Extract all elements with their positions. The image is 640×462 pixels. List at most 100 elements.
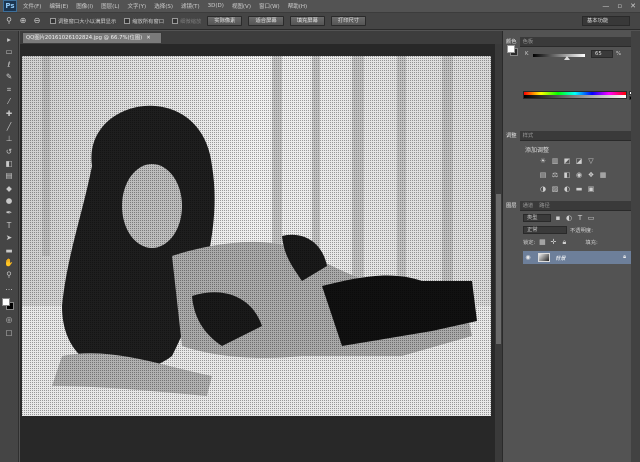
tab-layers[interactable]: 图层 xyxy=(503,200,520,211)
menu-file[interactable]: 文件(F) xyxy=(23,2,41,10)
filter-adjust-icon[interactable]: ◐ xyxy=(565,214,573,222)
minimize-button[interactable]: — xyxy=(602,2,609,10)
layer-row-background[interactable]: ◉ 背景 🔒︎ xyxy=(523,251,631,264)
move-tool-icon[interactable]: ▸ xyxy=(2,35,16,45)
fit-screen-button[interactable]: 适合屏幕 xyxy=(248,16,284,26)
posterize-icon[interactable]: ▨ xyxy=(551,185,559,193)
exposure-icon[interactable]: ◪ xyxy=(575,157,583,165)
levels-icon[interactable]: ▥ xyxy=(551,157,559,165)
color-swatches[interactable] xyxy=(1,297,17,311)
menu-select[interactable]: 选择(S) xyxy=(154,2,173,10)
threshold-icon[interactable]: ◐ xyxy=(563,185,571,193)
tab-adjustments[interactable]: 调整 xyxy=(503,130,520,141)
tab-styles[interactable]: 样式 xyxy=(520,131,537,141)
hue-sat-icon[interactable]: ▤ xyxy=(539,171,547,179)
shape-tool-icon[interactable]: ▬ xyxy=(2,246,16,256)
selective-color-icon[interactable]: ▣ xyxy=(587,185,595,193)
menu-view[interactable]: 视图(V) xyxy=(232,2,251,10)
marquee-tool-icon[interactable]: ▭ xyxy=(2,47,16,57)
menu-help[interactable]: 帮助(H) xyxy=(288,2,307,10)
scrubby-zoom-checkbox[interactable] xyxy=(172,18,179,24)
pen-tool-icon[interactable]: ✒ xyxy=(2,208,16,218)
adjust-row-3: ◑ ▨ ◐ ▬ ▣ xyxy=(539,185,595,193)
foreground-color[interactable] xyxy=(2,298,10,307)
zoom-tool-icon[interactable]: ⚲ xyxy=(4,16,14,26)
lock-all-icon[interactable]: 🔒︎ xyxy=(560,238,568,246)
add-adjustment-title: 添加调整 xyxy=(525,147,550,154)
crop-tool-icon[interactable]: ⌗ xyxy=(2,85,16,95)
scrollbar-thumb[interactable] xyxy=(496,194,501,344)
path-select-tool-icon[interactable]: ➤ xyxy=(2,233,16,243)
maximize-button[interactable]: ▫ xyxy=(617,2,622,10)
eraser-tool-icon[interactable]: ◧ xyxy=(2,159,16,169)
gradient-map-icon[interactable]: ▬ xyxy=(575,185,583,193)
filter-shape-icon[interactable]: ▭ xyxy=(587,214,595,222)
quick-select-tool-icon[interactable]: ✎ xyxy=(2,72,16,82)
panel-collapse-strip[interactable] xyxy=(631,31,640,462)
screen-mode-icon[interactable]: ▢ xyxy=(2,328,16,338)
blend-row: 正常 不透明度: xyxy=(523,225,593,235)
invert-icon[interactable]: ◑ xyxy=(539,185,547,193)
lasso-tool-icon[interactable]: ℓ xyxy=(2,60,16,70)
layer-lock-icon: 🔒︎ xyxy=(623,254,626,260)
k-value-input[interactable]: 65 xyxy=(591,50,613,58)
hand-tool-icon[interactable]: ✋ xyxy=(2,258,16,268)
eyedropper-tool-icon[interactable]: ⁄ xyxy=(2,97,16,107)
dodge-tool-icon[interactable]: ● xyxy=(2,196,16,206)
brush-tool-icon[interactable]: ╱ xyxy=(2,122,16,132)
document-image[interactable] xyxy=(22,56,491,416)
gradient-tool-icon[interactable]: ▤ xyxy=(2,171,16,181)
workspace-select[interactable]: 基本功能 xyxy=(582,16,630,26)
actual-pixels-button[interactable]: 实际像素 xyxy=(207,16,243,26)
close-document-icon[interactable]: ✕ xyxy=(146,35,150,41)
canvas-vertical-scrollbar[interactable] xyxy=(495,44,502,462)
k-slider-knob[interactable] xyxy=(563,56,570,60)
photo-filter-icon[interactable]: ◉ xyxy=(575,171,583,179)
menu-type[interactable]: 文字(Y) xyxy=(128,2,147,10)
document-tab[interactable]: QQ图片20161026102824.jpg @ 66.7%(位图) ✕ xyxy=(22,32,162,43)
tab-channels[interactable]: 通道 xyxy=(520,201,537,211)
menu-filter[interactable]: 滤镜(T) xyxy=(181,2,200,10)
black-white-icon[interactable]: ◧ xyxy=(563,171,571,179)
curves-icon[interactable]: ◩ xyxy=(563,157,571,165)
color-lookup-icon[interactable]: ▦ xyxy=(599,171,607,179)
app-logo: Ps xyxy=(3,0,17,12)
layer-filter-select[interactable]: 类型 xyxy=(523,214,551,222)
more-tools-icon[interactable]: … xyxy=(2,283,16,293)
menu-image[interactable]: 图像(I) xyxy=(76,2,93,10)
tab-paths[interactable]: 路径 xyxy=(536,201,553,211)
close-button[interactable]: ✕ xyxy=(630,2,636,10)
print-size-button[interactable]: 打印尺寸 xyxy=(330,16,367,26)
color-balance-icon[interactable]: ⚖ xyxy=(551,171,559,179)
fill-screen-button[interactable]: 填充屏幕 xyxy=(289,16,325,26)
menu-window[interactable]: 窗口(W) xyxy=(259,2,280,10)
tab-swatches[interactable]: 色板 xyxy=(520,37,537,47)
stamp-tool-icon[interactable]: ⊥ xyxy=(2,134,16,144)
color-spectrum-bar[interactable] xyxy=(523,91,627,99)
opacity-label: 不透明度: xyxy=(570,228,593,234)
vibrance-icon[interactable]: ▽ xyxy=(587,157,595,165)
lock-position-icon[interactable]: ✛ xyxy=(549,238,557,246)
lock-pixels-icon[interactable]: ▦ xyxy=(538,238,546,246)
healing-tool-icon[interactable]: ✚ xyxy=(2,109,16,119)
history-brush-tool-icon[interactable]: ↺ xyxy=(2,147,16,157)
resize-windows-checkbox[interactable] xyxy=(50,18,56,24)
menu-edit[interactable]: 编辑(E) xyxy=(49,2,68,10)
menu-3d[interactable]: 3D(D) xyxy=(208,3,224,9)
zoom-all-checkbox[interactable] xyxy=(124,18,131,24)
zoom-tool-icon-left[interactable]: ⚲ xyxy=(2,270,16,280)
zoom-out-icon[interactable]: ⊖ xyxy=(32,16,42,26)
blur-tool-icon[interactable]: ◆ xyxy=(2,184,16,194)
k-slider[interactable] xyxy=(533,54,585,57)
color-fg-swatch[interactable] xyxy=(507,45,515,53)
channel-mixer-icon[interactable]: ❖ xyxy=(587,171,595,179)
menu-layer[interactable]: 图层(L) xyxy=(101,2,119,10)
blend-mode-select[interactable]: 正常 xyxy=(523,226,567,234)
brightness-icon[interactable]: ☀ xyxy=(539,157,547,165)
filter-type-icon[interactable]: T xyxy=(576,214,584,222)
eye-icon[interactable]: ◉ xyxy=(524,254,532,261)
quick-mask-icon[interactable]: ◎ xyxy=(2,315,16,325)
zoom-in-icon[interactable]: ⊕ xyxy=(18,16,28,26)
filter-pixel-icon[interactable]: ▪ xyxy=(554,214,562,222)
type-tool-icon[interactable]: T xyxy=(2,221,16,231)
